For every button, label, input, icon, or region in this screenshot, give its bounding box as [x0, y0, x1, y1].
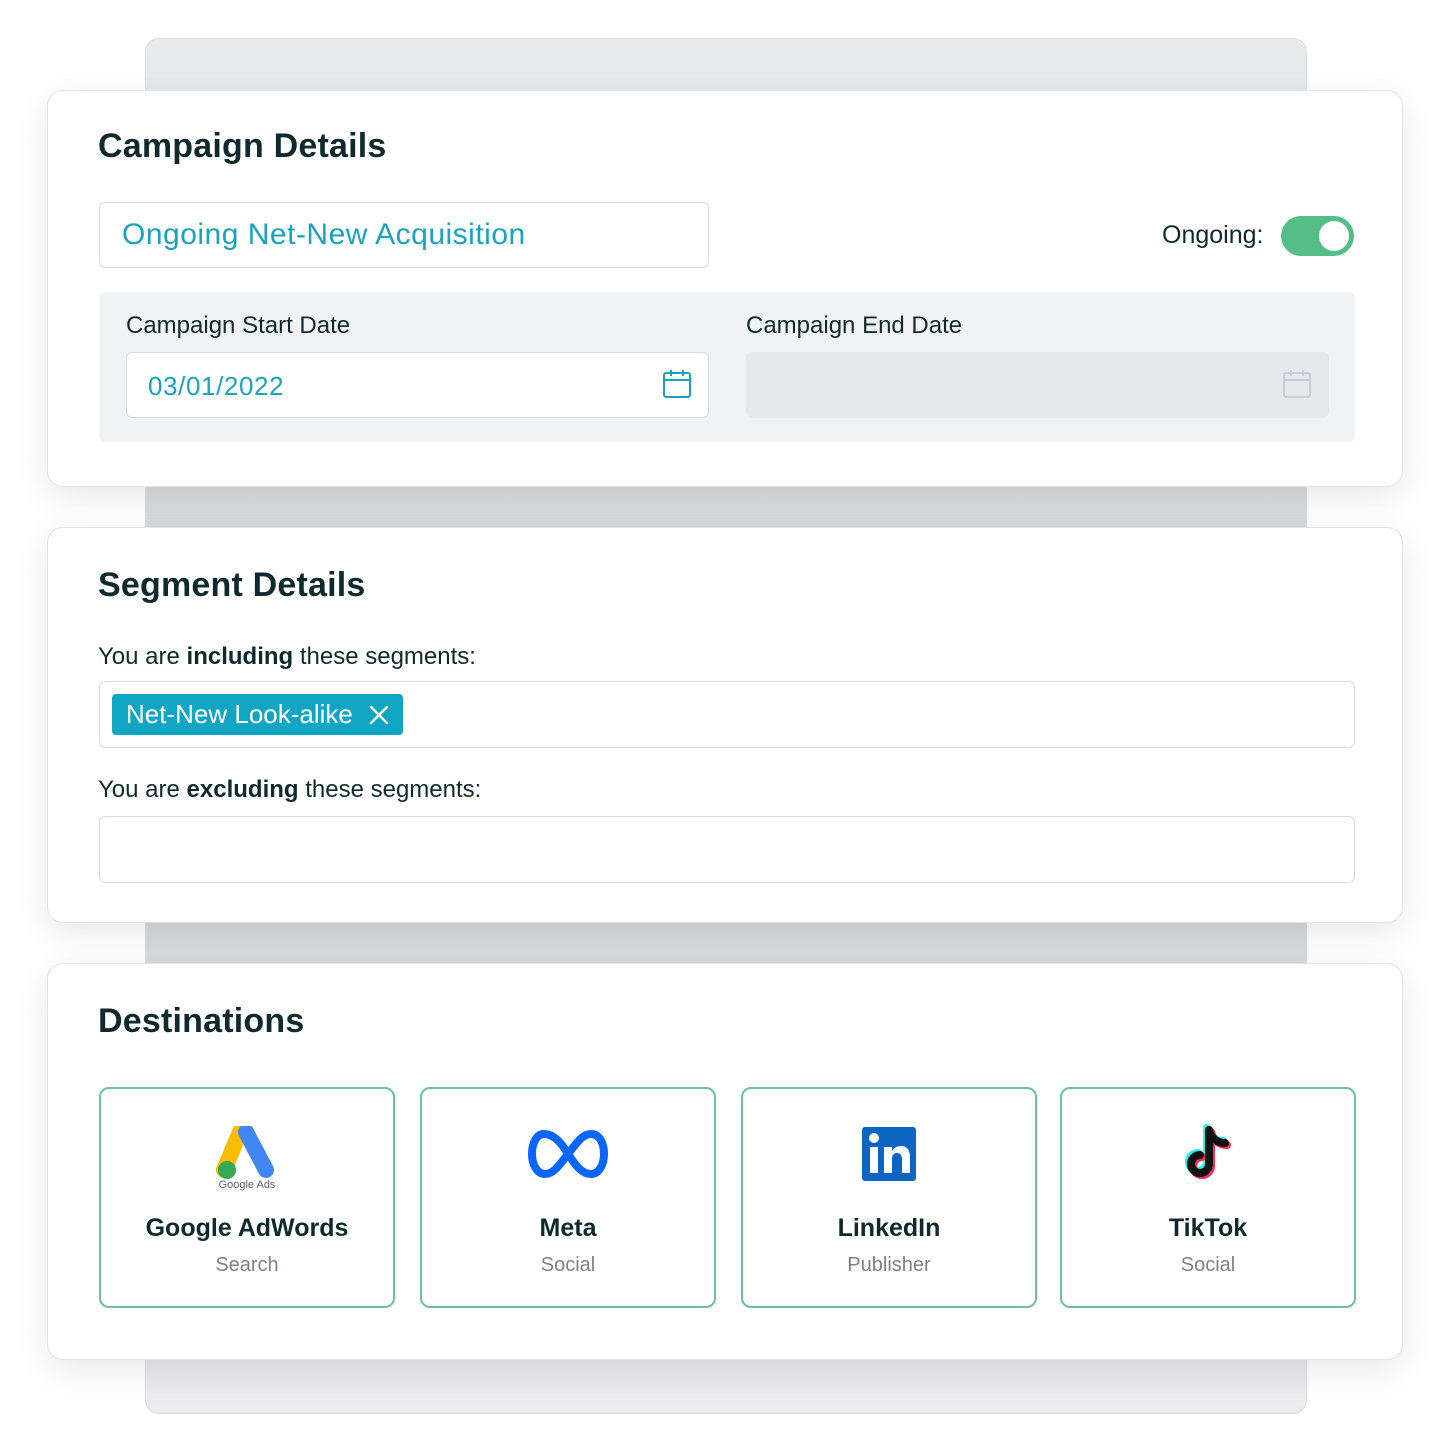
ongoing-toggle[interactable] — [1281, 216, 1354, 256]
destination-name: TikTok — [1168, 1214, 1248, 1242]
calendar-icon[interactable] — [662, 369, 692, 399]
start-date-value: 03/01/2022 — [148, 371, 285, 401]
destination-name: LinkedIn — [837, 1214, 941, 1242]
destination-tiktok[interactable]: TikTok Social — [1060, 1087, 1356, 1308]
end-date-field[interactable] — [746, 352, 1329, 418]
destination-type: Search — [215, 1254, 279, 1276]
ongoing-label: Ongoing: — [1162, 221, 1264, 249]
excluding-suffix: these segments: — [298, 776, 482, 803]
start-date-label: Campaign Start Date — [126, 312, 351, 339]
destination-name: Meta — [539, 1214, 597, 1242]
excluding-prefix: You are — [98, 776, 187, 803]
excluding-bold: excluding — [186, 776, 299, 803]
end-date-label: Campaign End Date — [746, 312, 963, 339]
segment-details-card: Segment Details You are including these … — [47, 527, 1403, 923]
linkedin-icon — [844, 1119, 934, 1189]
destinations-card: Destinations Google Ads Google AdWords S… — [47, 963, 1403, 1360]
destination-linkedin[interactable]: LinkedIn Publisher — [741, 1087, 1037, 1308]
segment-chip[interactable]: Net-New Look-alike — [112, 694, 403, 735]
including-prefix: You are — [98, 643, 187, 670]
toggle-knob — [1319, 221, 1349, 251]
excluding-label: You are excluding these segments: — [98, 776, 481, 804]
meta-icon — [523, 1119, 613, 1189]
destinations-title: Destinations — [98, 1002, 305, 1040]
campaign-name-input[interactable] — [99, 202, 709, 268]
including-bold: including — [186, 643, 294, 670]
destination-type: Social — [540, 1254, 596, 1276]
destination-google-adwords[interactable]: Google Ads Google AdWords Search — [99, 1087, 395, 1308]
including-label: You are including these segments: — [98, 643, 476, 671]
destination-meta[interactable]: Meta Social — [420, 1087, 716, 1308]
destination-type: Publisher — [847, 1254, 931, 1276]
calendar-icon — [1283, 370, 1311, 398]
google-ads-logo-caption: Google Ads — [218, 1179, 276, 1191]
segment-details-title: Segment Details — [98, 566, 366, 604]
campaign-details-title: Campaign Details — [98, 127, 387, 165]
start-date-field[interactable]: 03/01/2022 — [126, 352, 709, 418]
dates-panel: Campaign Start Date 03/01/2022 Campaign … — [99, 292, 1355, 442]
tiktok-icon — [1163, 1119, 1253, 1189]
close-icon[interactable] — [369, 705, 389, 725]
including-suffix: these segments: — [293, 643, 476, 670]
included-segments-field[interactable]: Net-New Look-alike — [99, 681, 1355, 748]
excluded-segments-field[interactable] — [99, 816, 1355, 883]
campaign-details-card: Campaign Details Ongoing: Campaign Start… — [47, 90, 1403, 487]
destination-name: Google AdWords — [145, 1214, 349, 1242]
destination-type: Social — [1180, 1254, 1236, 1276]
segment-chip-label: Net-New Look-alike — [126, 699, 353, 729]
